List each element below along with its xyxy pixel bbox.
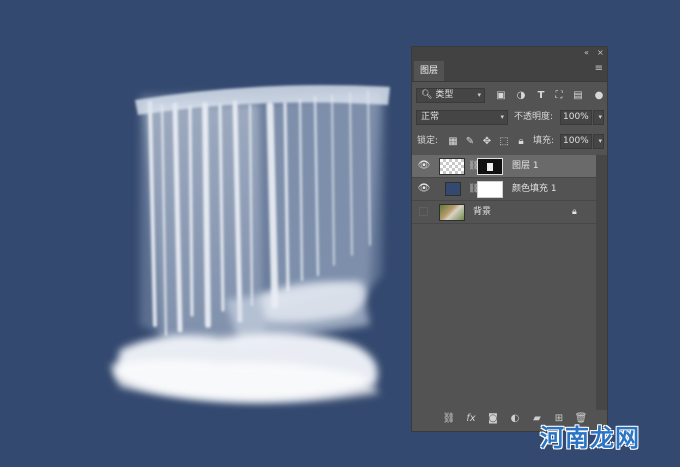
type-filter-icon[interactable]: T — [535, 88, 547, 103]
watermark-logo: 河南龙网 — [540, 418, 650, 452]
toggle-filter-icon[interactable]: ● — [593, 88, 605, 103]
tab-layers[interactable]: 图层 — [414, 61, 444, 81]
lock-position-icon[interactable]: ✥ — [481, 134, 493, 149]
lock-label: 锁定: — [417, 136, 439, 146]
blend-row: 正常 ▾ 不透明度: 100% ▾ — [412, 110, 607, 125]
layers-scrollbar[interactable] — [596, 155, 607, 410]
smart-object-filter-icon[interactable]: ▤ — [572, 88, 584, 103]
layer-row-color-fill[interactable]: 👁︎ ⛓ 颜色填充 1 — [412, 178, 597, 201]
eye-icon[interactable]: 👁︎ — [417, 160, 431, 172]
layer-thumbnail — [439, 158, 465, 175]
layer-name: 颜色填充 1 — [512, 184, 557, 194]
opacity-value: 100% — [563, 112, 589, 122]
waterfall-artwork — [100, 75, 400, 420]
layer-mask-thumbnail[interactable] — [477, 158, 503, 175]
fill-dropdown-button[interactable]: ▾ — [593, 134, 604, 149]
close-panel-button[interactable]: × — [597, 47, 604, 59]
chevron-down-icon: ▾ — [598, 137, 602, 145]
layer-row-background[interactable]: 背景 🔒︎ — [412, 201, 597, 224]
panel-tab-bar: 图层 ≡ — [412, 59, 607, 82]
adjustment-layer-icon[interactable]: ◐ — [508, 412, 522, 426]
chevron-down-icon: ▾ — [598, 113, 602, 121]
visibility-toggle-off[interactable] — [419, 207, 428, 216]
layer-mask-thumbnail[interactable] — [477, 181, 503, 198]
fill-color-thumbnail[interactable] — [445, 182, 461, 196]
adjustment-filter-icon[interactable]: ◑ — [515, 88, 527, 103]
layer-thumbnail — [439, 204, 465, 221]
opacity-dropdown-button[interactable]: ▾ — [593, 110, 604, 125]
opacity-label: 不透明度: — [514, 112, 554, 122]
fx-icon[interactable]: fx — [464, 412, 478, 426]
layer-row-layer1[interactable]: 👁︎ ⛓ 图层 1 — [412, 155, 597, 178]
blend-mode-value: 正常 — [421, 112, 440, 122]
collapse-panel-button[interactable]: « — [584, 47, 589, 59]
lock-artboard-icon[interactable]: ⬚ — [498, 134, 510, 149]
filter-row: 🔍︎ 类型 ▾ ▣ ◑ T ⛶ ▤ ● — [412, 88, 607, 103]
chevron-down-icon: ▾ — [500, 113, 504, 121]
fill-field[interactable]: 100% — [560, 134, 592, 149]
add-mask-icon[interactable]: ◙ — [486, 412, 500, 426]
lock-row: 锁定: ▦ ✎ ✥ ⬚ 🔒︎ 填充: 100% ▾ — [412, 134, 607, 149]
lock-icon: 🔒︎ — [572, 207, 577, 217]
filter-kind-select[interactable]: 🔍︎ 类型 ▾ — [416, 88, 485, 103]
fill-label: 填充: — [533, 136, 555, 146]
mask-shape — [487, 163, 493, 171]
image-filter-icon[interactable]: ▣ — [495, 88, 507, 103]
filter-kind-label: 类型 — [435, 90, 454, 100]
shape-filter-icon[interactable]: ⛶ — [553, 88, 565, 103]
opacity-field[interactable]: 100% — [560, 110, 592, 125]
layer-name: 背景 — [473, 207, 492, 217]
watermark-text: 河南龙网 — [540, 424, 640, 452]
panel-title-bar: « × — [412, 47, 607, 59]
lock-transparent-icon[interactable]: ▦ — [447, 134, 459, 149]
lock-all-icon[interactable]: 🔒︎ — [515, 134, 527, 149]
blend-mode-select[interactable]: 正常 ▾ — [416, 110, 508, 125]
eye-icon[interactable]: 👁︎ — [417, 183, 431, 195]
panel-menu-button[interactable]: ≡ — [595, 63, 603, 74]
layer-name: 图层 1 — [512, 161, 539, 171]
search-icon: 🔍︎ — [421, 90, 433, 100]
chevron-down-icon: ▾ — [477, 91, 481, 99]
layers-panel: « × 图层 ≡ 🔍︎ 类型 ▾ ▣ ◑ T ⛶ ▤ ● 正常 ▾ 不透明度: … — [411, 46, 608, 432]
link-layers-icon[interactable]: ⛓ — [442, 412, 456, 426]
lock-paint-icon[interactable]: ✎ — [464, 134, 476, 149]
fill-value: 100% — [563, 136, 589, 146]
